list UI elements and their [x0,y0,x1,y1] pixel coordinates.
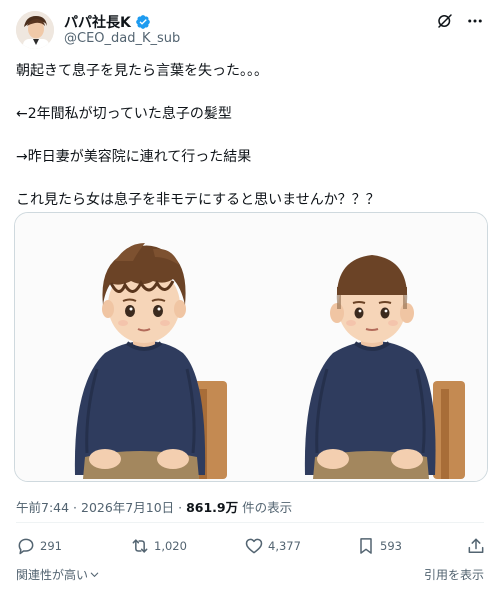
bookmark-icon [360,538,372,554]
heart-icon [245,538,263,554]
tweet-header: パパ社長K @CEO_dad_K_sub [16,10,484,50]
grok-icon[interactable] [436,12,454,30]
view-count-label: 件の表示 [238,500,293,515]
tweet-timestamp[interactable]: 午前7:44 · 2026年7月10日 · [16,500,186,515]
replies-footer: 関連性が高い 引用を表示 [16,566,484,584]
name-row[interactable]: パパ社長K [64,12,151,32]
bookmark-button[interactable]: 593 [356,536,402,556]
repost-icon [132,539,148,553]
tweet-line-2: ←2年間私が切っていた息子の髪型 [16,106,232,122]
display-name[interactable]: パパ社長K [64,12,131,32]
bookmark-count: 593 [380,539,402,553]
user-handle[interactable]: @CEO_dad_K_sub [64,31,180,46]
tweet-image[interactable] [14,212,488,482]
sort-label: 関連性が高い [16,568,89,582]
quotes-label: 引用を表示 [423,568,484,582]
reply-icon [18,538,34,555]
tweet-line-1: 朝起きて息子を見たら言葉を失った。。。 [16,63,268,79]
view-quotes-link[interactable]: 引用を表示 [424,566,484,583]
share-icon [468,538,484,553]
chevron-down-icon [90,572,99,578]
like-count: 4,377 [268,539,301,553]
avatar[interactable] [16,11,54,49]
tweet-meta: 午前7:44 · 2026年7月10日 · 861.9万 件の表示 [16,497,292,516]
share-button[interactable] [466,536,486,556]
reply-count: 291 [40,539,62,553]
sort-relevance-button[interactable]: 関連性が高い [16,566,100,583]
reply-button[interactable]: 291 [16,536,62,556]
verified-badge-icon [136,15,150,29]
more-icon[interactable] [466,12,484,30]
repost-button[interactable]: 1,020 [130,536,187,556]
tweet-line-4: これ見たら女は息子を非モテにすると思いませんか？？？ [16,192,380,208]
tweet-line-3: →昨日妻が美容院に連れて行った結果 [16,149,252,165]
divider [16,522,484,523]
like-button[interactable]: 4,377 [244,536,301,556]
repost-count: 1,020 [154,539,187,553]
view-count: 861.9万 [186,500,239,515]
tweet-text: 朝起きて息子を見たら言葉を失った。。。 ←2年間私が切っていた息子の髪型 →昨日… [16,62,486,210]
action-bar: 291 1,020 4,377 593 [16,536,484,560]
